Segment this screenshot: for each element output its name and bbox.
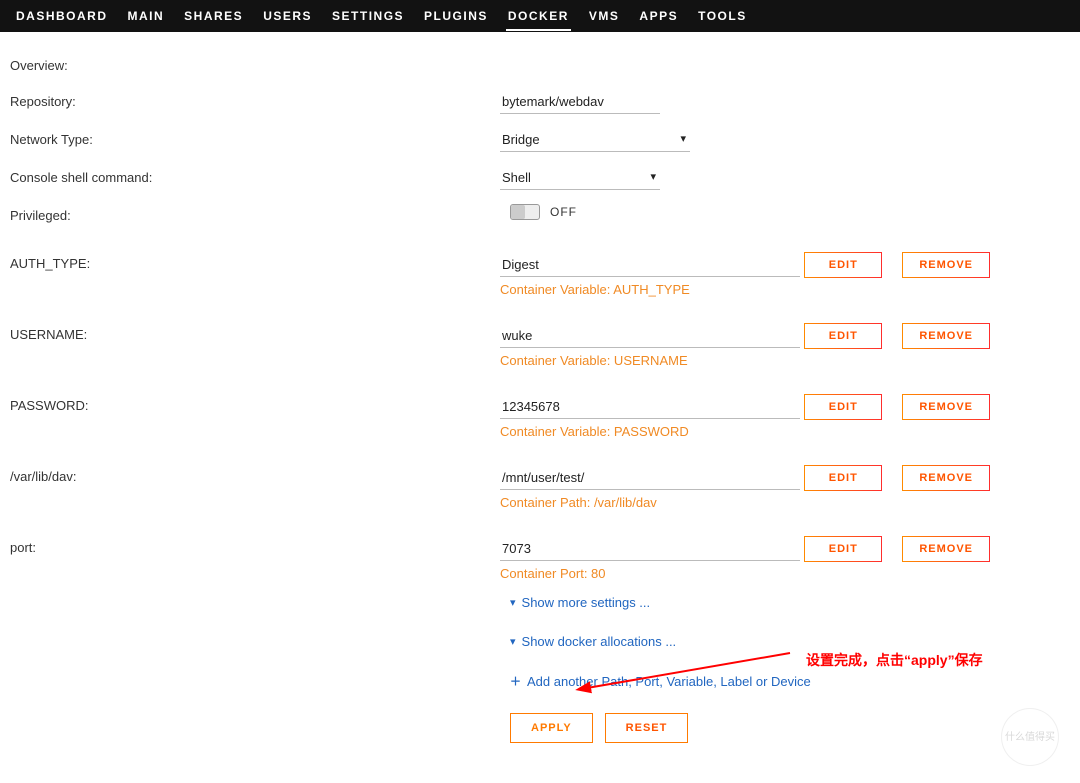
nav-docker[interactable]: DOCKER	[498, 1, 579, 31]
edit-button[interactable]: EDIT	[804, 252, 882, 278]
field-caption: Container Variable: USERNAME	[500, 353, 688, 368]
field-input[interactable]	[500, 253, 800, 277]
show-alloc-text: Show docker allocations ...	[522, 634, 677, 649]
field-label: /var/lib/dav:	[10, 465, 500, 484]
nav-plugins[interactable]: PLUGINS	[414, 1, 498, 31]
network-type-select[interactable]: Bridge	[500, 128, 690, 152]
remove-button[interactable]: REMOVE	[902, 465, 990, 491]
field-input[interactable]	[500, 537, 800, 561]
console-shell-label: Console shell command:	[10, 166, 500, 185]
add-another-text: Add another Path, Port, Variable, Label …	[527, 674, 811, 689]
repository-input[interactable]	[500, 90, 660, 114]
field-caption: Container Port: 80	[500, 566, 606, 581]
field-row: AUTH_TYPE: EDIT REMOVE Container Variable: …	[10, 248, 1080, 301]
field-label: AUTH_TYPE:	[10, 252, 500, 271]
nav-users[interactable]: USERS	[253, 1, 322, 31]
add-another-link[interactable]: ＋ Add another Path, Port, Variable, Labe…	[510, 673, 1080, 689]
remove-button[interactable]: REMOVE	[902, 323, 990, 349]
console-shell-select[interactable]: Shell	[500, 166, 660, 190]
nav-settings[interactable]: SETTINGS	[322, 1, 414, 31]
field-label: PASSWORD:	[10, 394, 500, 413]
show-more-text: Show more settings ...	[522, 595, 651, 610]
edit-button[interactable]: EDIT	[804, 323, 882, 349]
repository-label: Repository:	[10, 90, 500, 109]
field-caption: Container Path: /var/lib/dav	[500, 495, 657, 510]
field-row: USERNAME: EDIT REMOVE Container Variable: U…	[10, 319, 1080, 372]
field-row: PASSWORD: EDIT REMOVE Container Variable: P…	[10, 390, 1080, 443]
remove-button[interactable]: REMOVE	[902, 252, 990, 278]
chevron-down-icon: ▾	[510, 596, 516, 609]
docker-edit-page: Overview: Repository: Network Type: Brid…	[0, 32, 1080, 783]
chevron-down-icon: ▾	[510, 635, 516, 648]
field-label: port:	[10, 536, 500, 555]
reset-button[interactable]: RESET	[605, 713, 689, 743]
plus-icon: ＋	[510, 673, 521, 689]
privileged-label: Privileged:	[10, 204, 500, 223]
nav-main[interactable]: MAIN	[118, 1, 175, 31]
field-input[interactable]	[500, 324, 800, 348]
overview-label: Overview:	[10, 54, 500, 73]
nav-tools[interactable]: TOOLS	[688, 1, 757, 31]
show-docker-allocations-link[interactable]: ▾ Show docker allocations ...	[510, 634, 1080, 649]
privileged-state: OFF	[550, 205, 577, 219]
edit-button[interactable]: EDIT	[804, 465, 882, 491]
watermark-badge: 什么值得买	[1002, 709, 1058, 765]
field-label: USERNAME:	[10, 323, 500, 342]
network-type-label: Network Type:	[10, 128, 500, 147]
field-caption: Container Variable: PASSWORD	[500, 424, 689, 439]
top-nav: DASHBOARDMAINSHARESUSERSSETTINGSPLUGINSD…	[0, 0, 1080, 32]
field-row: /var/lib/dav: EDIT REMOVE Container Path: /…	[10, 461, 1080, 514]
field-input[interactable]	[500, 466, 800, 490]
remove-button[interactable]: REMOVE	[902, 536, 990, 562]
field-row: port: EDIT REMOVE Container Port: 80	[10, 532, 1080, 585]
edit-button[interactable]: EDIT	[804, 394, 882, 420]
field-caption: Container Variable: AUTH_TYPE	[500, 282, 690, 297]
field-input[interactable]	[500, 395, 800, 419]
apply-button[interactable]: APPLY	[510, 713, 593, 743]
nav-apps[interactable]: APPS	[629, 1, 688, 31]
privileged-toggle[interactable]: OFF	[510, 204, 577, 220]
nav-vms[interactable]: VMS	[579, 1, 630, 31]
show-more-settings-link[interactable]: ▾ Show more settings ...	[510, 595, 1080, 610]
annotation-text: 设置完成，点击“apply”保存	[806, 650, 983, 670]
remove-button[interactable]: REMOVE	[902, 394, 990, 420]
nav-dashboard[interactable]: DASHBOARD	[6, 1, 118, 31]
edit-button[interactable]: EDIT	[804, 536, 882, 562]
nav-shares[interactable]: SHARES	[174, 1, 253, 31]
